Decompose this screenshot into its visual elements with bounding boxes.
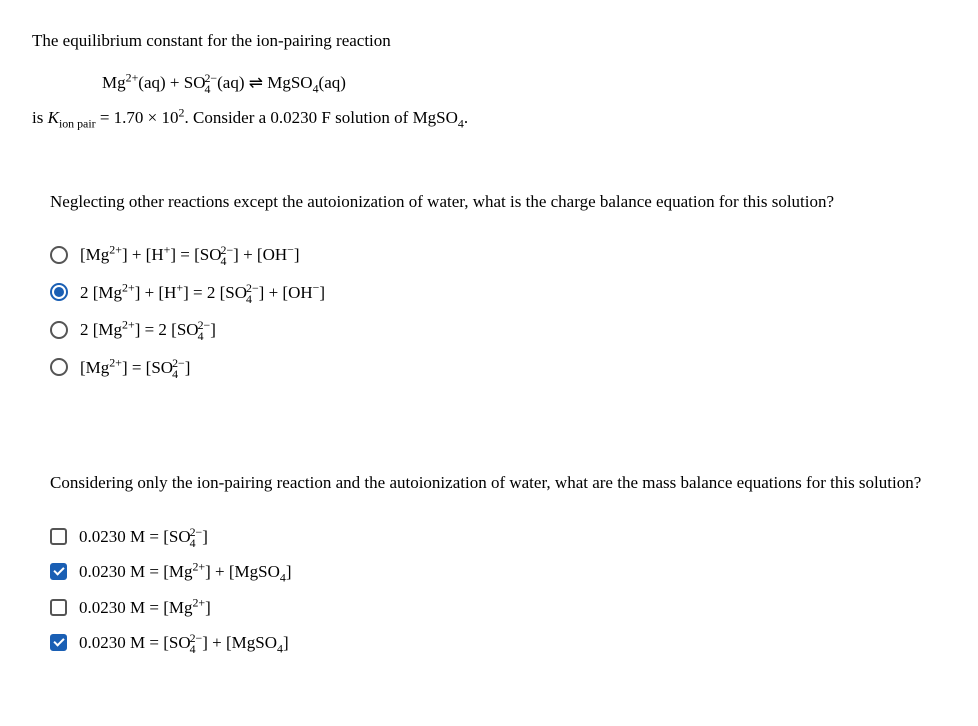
checkbox-icon[interactable] bbox=[50, 563, 67, 580]
question-2-text: Considering only the ion-pairing reactio… bbox=[50, 470, 946, 496]
radio-icon[interactable] bbox=[50, 321, 68, 339]
radio-icon[interactable] bbox=[50, 246, 68, 264]
q2-option-1[interactable]: 0.0230 M = [SO2−4] bbox=[50, 524, 946, 550]
checkbox-icon[interactable] bbox=[50, 528, 67, 545]
q2-option-3-label: 0.0230 M = [Mg2+] bbox=[79, 595, 211, 621]
k-sub: ion pair bbox=[59, 116, 96, 130]
k-var: K bbox=[48, 108, 59, 127]
question-1: Neglecting other reactions except the au… bbox=[50, 189, 946, 381]
question-2-options: 0.0230 M = [SO2−4] 0.0230 M = [Mg2+] + [… bbox=[50, 524, 946, 656]
q2-option-4[interactable]: 0.0230 M = [SO2−4] + [MgSO4] bbox=[50, 630, 946, 656]
ion-pairing-equation: Mg2+(aq) + SO2−4(aq) ⇌ MgSO4(aq) bbox=[32, 68, 946, 106]
q2-option-4-label: 0.0230 M = [SO2−4] + [MgSO4] bbox=[79, 630, 289, 656]
q2-option-2[interactable]: 0.0230 M = [Mg2+] + [MgSO4] bbox=[50, 559, 946, 585]
q1-option-3[interactable]: 2 [Mg2+] = 2 [SO2−4] bbox=[50, 317, 946, 343]
q2-option-2-label: 0.0230 M = [Mg2+] + [MgSO4] bbox=[79, 559, 292, 585]
question-1-text: Neglecting other reactions except the au… bbox=[50, 189, 946, 215]
q1-option-1[interactable]: [Mg2+] + [H+] = [SO2−4] + [OH−] bbox=[50, 242, 946, 268]
radio-icon[interactable] bbox=[50, 358, 68, 376]
checkbox-icon[interactable] bbox=[50, 634, 67, 651]
intro-line-2-post: = 1.70 × 102. Consider a 0.0230 F soluti… bbox=[96, 108, 469, 127]
q2-option-3[interactable]: 0.0230 M = [Mg2+] bbox=[50, 595, 946, 621]
checkbox-icon[interactable] bbox=[50, 599, 67, 616]
intro-line-1: The equilibrium constant for the ion-pai… bbox=[32, 28, 946, 54]
intro-line-2-pre: is bbox=[32, 108, 48, 127]
intro-line-2: is Kion pair = 1.70 × 102. Consider a 0.… bbox=[32, 105, 946, 131]
q1-option-1-label: [Mg2+] + [H+] = [SO2−4] + [OH−] bbox=[80, 242, 300, 268]
q1-option-4[interactable]: [Mg2+] = [SO2−4] bbox=[50, 355, 946, 381]
radio-icon[interactable] bbox=[50, 283, 68, 301]
question-2: Considering only the ion-pairing reactio… bbox=[50, 470, 946, 656]
q1-option-2-label: 2 [Mg2+] + [H+] = 2 [SO2−4] + [OH−] bbox=[80, 280, 325, 306]
question-1-options: [Mg2+] + [H+] = [SO2−4] + [OH−] 2 [Mg2+]… bbox=[50, 242, 946, 380]
q1-option-2[interactable]: 2 [Mg2+] + [H+] = 2 [SO2−4] + [OH−] bbox=[50, 280, 946, 306]
q1-option-3-label: 2 [Mg2+] = 2 [SO2−4] bbox=[80, 317, 216, 343]
q2-option-1-label: 0.0230 M = [SO2−4] bbox=[79, 524, 208, 550]
q1-option-4-label: [Mg2+] = [SO2−4] bbox=[80, 355, 190, 381]
